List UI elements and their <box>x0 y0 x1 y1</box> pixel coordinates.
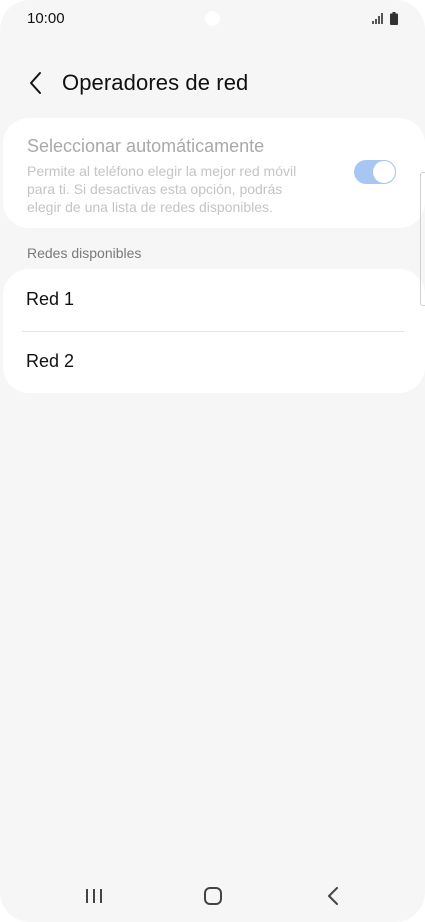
auto-select-toggle[interactable] <box>354 160 396 184</box>
battery-icon <box>390 12 398 25</box>
network-item-label: Red 2 <box>26 351 75 371</box>
auto-select-title: Seleccionar automáticamente <box>27 136 265 156</box>
network-item-red-1[interactable]: Red 1 <box>3 269 425 331</box>
nav-back-button[interactable] <box>315 884 351 908</box>
header: Operadores de red <box>0 60 425 106</box>
auto-select-description: Permite al teléfono elegir la mejor red … <box>27 163 297 215</box>
home-icon <box>204 887 222 905</box>
navigation-bar <box>0 876 425 916</box>
status-bar: 10:00 <box>0 0 425 40</box>
recents-button[interactable] <box>76 884 112 908</box>
back-button[interactable] <box>22 68 50 98</box>
networks-list: Red 1 Red 2 <box>3 269 425 393</box>
chevron-left-icon <box>30 72 41 94</box>
page-title: Operadores de red <box>62 70 249 95</box>
back-icon <box>328 887 338 905</box>
network-item-label: Red 1 <box>26 289 75 309</box>
camera-cutout <box>205 11 220 26</box>
auto-select-card[interactable]: Seleccionar automáticamente Permite al t… <box>3 118 425 228</box>
section-label-available-networks: Redes disponibles <box>27 245 142 261</box>
home-button[interactable] <box>195 884 231 908</box>
phone-screen: 10:00 Operadores de red Seleccionar auto… <box>0 0 425 922</box>
network-item-red-2[interactable]: Red 2 <box>3 331 425 393</box>
scroll-indicator[interactable] <box>420 172 425 306</box>
signal-icon <box>372 13 383 24</box>
recents-icon <box>86 889 102 903</box>
status-time: 10:00 <box>27 10 65 27</box>
toggle-knob <box>372 160 396 184</box>
